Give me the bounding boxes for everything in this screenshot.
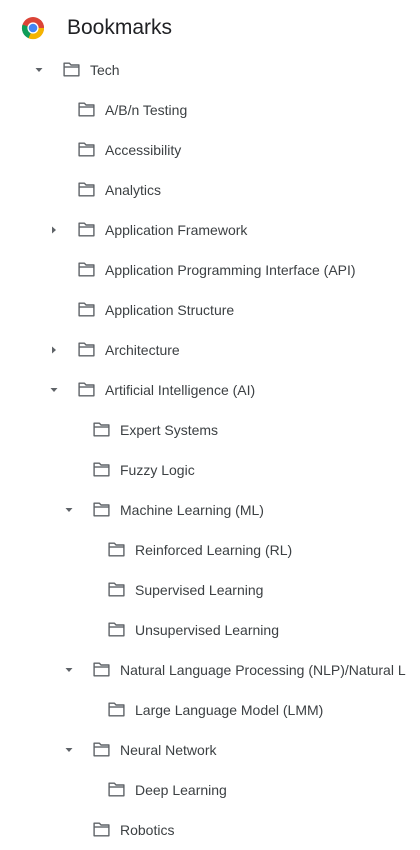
folder-row-deep-learning[interactable]: Deep Learning xyxy=(0,770,420,810)
folder-label: Application Structure xyxy=(105,302,235,318)
folder-label: Unsupervised Learning xyxy=(135,622,279,638)
folder-row-application-framework[interactable]: Application Framework xyxy=(0,210,420,250)
bookmarks-header: Bookmarks xyxy=(0,0,420,56)
folder-label: Application Programming Interface (API) xyxy=(105,262,356,278)
folder-label: Supervised Learning xyxy=(135,582,264,598)
folder-row-natural-language-processing[interactable]: Natural Language Processing (NLP)/Natura… xyxy=(0,650,420,690)
folder-label: Neural Network xyxy=(120,742,217,758)
caret-down-icon[interactable] xyxy=(48,384,60,396)
folder-row-large-language-model[interactable]: Large Language Model (LMM) xyxy=(0,690,420,730)
folder-label: Large Language Model (LMM) xyxy=(135,702,324,718)
caret-right-icon[interactable] xyxy=(48,224,60,236)
folder-row-reinforced-learning[interactable]: Reinforced Learning (RL) xyxy=(0,530,420,570)
caret-down-icon[interactable] xyxy=(63,664,75,676)
folder-label: Analytics xyxy=(105,182,162,198)
caret-down-icon[interactable] xyxy=(33,64,45,76)
folder-label: Natural Language Processing (NLP)/Natura… xyxy=(120,662,406,678)
folder-label: Accessibility xyxy=(105,142,182,158)
caret-down-icon[interactable] xyxy=(63,744,75,756)
folder-row-artificial-intelligence[interactable]: Artificial Intelligence (AI) xyxy=(0,370,420,410)
caret-right-icon[interactable] xyxy=(48,344,60,356)
page-title: Bookmarks xyxy=(67,16,173,39)
folder-row-tech[interactable]: Tech xyxy=(0,50,420,90)
folder-row-unsupervised-learning[interactable]: Unsupervised Learning xyxy=(0,610,420,650)
caret-down-icon[interactable] xyxy=(63,504,75,516)
folder-label: A/B/n Testing xyxy=(105,102,188,118)
folder-row-robotics[interactable]: Robotics xyxy=(0,810,420,850)
folder-row-machine-learning[interactable]: Machine Learning (ML) xyxy=(0,490,420,530)
folder-row-accessibility[interactable]: Accessibility xyxy=(0,130,420,170)
folder-label: Application Framework xyxy=(105,222,248,238)
folder-label: Robotics xyxy=(120,822,175,838)
folder-row-neural-network[interactable]: Neural Network xyxy=(0,730,420,770)
folder-row-architecture[interactable]: Architecture xyxy=(0,330,420,370)
folder-label: Machine Learning (ML) xyxy=(120,502,264,518)
folder-row-fuzzy-logic[interactable]: Fuzzy Logic xyxy=(0,450,420,490)
folder-label: Fuzzy Logic xyxy=(120,462,195,478)
bookmark-tree: Tech A/B/n Testing Accessibility Analytics A… xyxy=(0,50,420,850)
folder-label: Reinforced Learning (RL) xyxy=(135,542,293,558)
folder-row-application-structure[interactable]: Application Structure xyxy=(0,290,420,330)
folder-row-expert-systems[interactable]: Expert Systems xyxy=(0,410,420,450)
folder-row-application-programming-interface[interactable]: Application Programming Interface (API) xyxy=(0,250,420,290)
folder-label: Tech xyxy=(90,62,120,78)
folder-label: Deep Learning xyxy=(135,782,227,798)
folder-row-ab-n-testing[interactable]: A/B/n Testing xyxy=(0,90,420,130)
folder-row-supervised-learning[interactable]: Supervised Learning xyxy=(0,570,420,610)
folder-label: Artificial Intelligence (AI) xyxy=(105,382,256,398)
folder-row-analytics[interactable]: Analytics xyxy=(0,170,420,210)
folder-label: Expert Systems xyxy=(120,422,219,438)
folder-label: Architecture xyxy=(105,342,180,358)
chrome-logo-icon xyxy=(21,17,45,40)
